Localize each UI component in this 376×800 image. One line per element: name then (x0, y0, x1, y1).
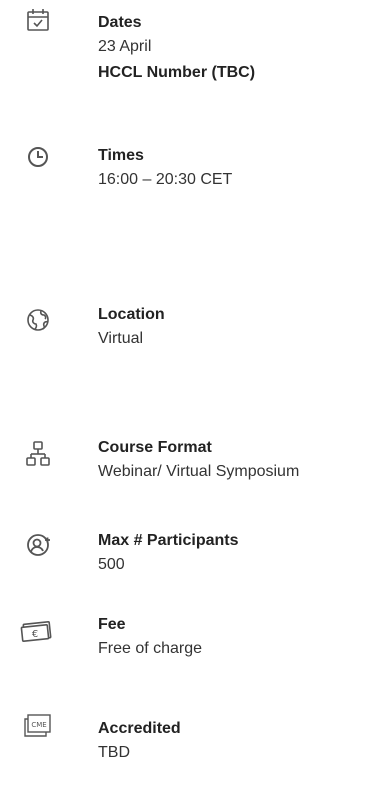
max-participants-value: 500 (98, 556, 125, 573)
course-format-value: Webinar/ Virtual Symposium (98, 463, 300, 480)
hccl-number: HCCL Number (TBC) (98, 64, 256, 81)
clock-icon (24, 143, 52, 171)
fee-value: Free of charge (98, 640, 203, 657)
times-value: 16:00 – 20:30 CET (98, 171, 233, 188)
course-format-label: Course Format (98, 439, 212, 456)
euro-banknote-icon: € (20, 617, 54, 645)
cme-text: CME (31, 721, 46, 729)
calendar-icon (24, 6, 52, 34)
times-label: Times (98, 147, 144, 164)
fee-label: Fee (98, 616, 126, 633)
cme-certificate-icon: CME (22, 712, 54, 740)
dates-label: Dates (98, 14, 142, 31)
dates-value: 23 April (98, 38, 152, 55)
globe-icon (24, 306, 52, 334)
location-value: Virtual (98, 330, 144, 347)
user-plus-icon (24, 531, 52, 559)
location-label: Location (98, 306, 165, 323)
hierarchy-icon (24, 440, 52, 468)
accredited-label: Accredited (98, 720, 181, 737)
euro-symbol: € (32, 629, 38, 640)
accredited-value: TBD (98, 744, 130, 761)
max-participants-label: Max # Participants (98, 532, 239, 549)
